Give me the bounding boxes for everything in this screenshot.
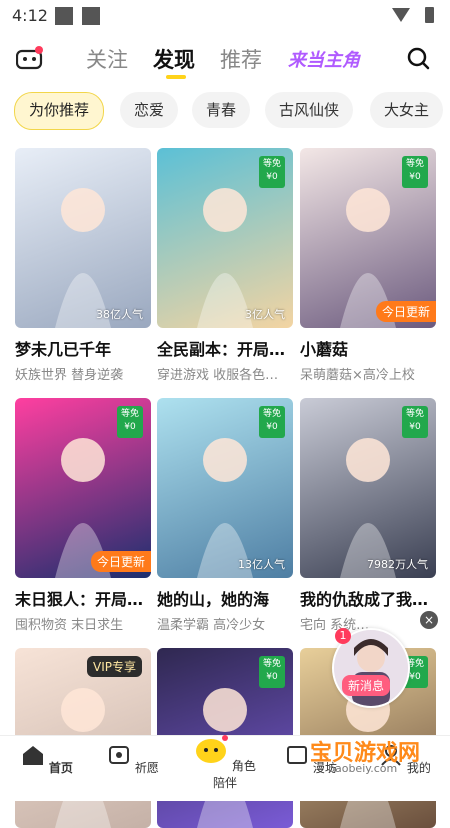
battery-icon xyxy=(425,7,434,23)
comic-cover[interactable]: 等免 ¥0 13亿人气 xyxy=(157,398,293,578)
chip-fantasy[interactable]: 古风仙侠 xyxy=(265,92,354,128)
companion-icon xyxy=(196,735,229,763)
chip-heroine[interactable]: 大女主 xyxy=(370,92,444,128)
nav-home-label: 首页 xyxy=(48,761,73,775)
popularity-count: 38亿人气 xyxy=(96,308,143,321)
comic-card[interactable]: 等免 ¥0 3亿人气全民副本：开局… 穿进游戏 收服各色… xyxy=(157,148,293,383)
vip-badge: VIP专享 xyxy=(87,656,142,677)
category-chips: 为你推荐 恋爱 青春 古风仙侠 大女主 xyxy=(0,92,450,132)
comic-title[interactable]: 梦未几已千年 xyxy=(15,336,151,360)
nav-home[interactable]: 首页 xyxy=(12,744,82,776)
comic-cover[interactable]: 等免 ¥0 3亿人气 xyxy=(157,148,293,328)
free-wait-badge: 等免 ¥0 xyxy=(402,156,428,188)
free-wait-badge: 等免 ¥0 xyxy=(117,406,143,438)
comic-tags: 穿进游戏 收服各色… xyxy=(157,368,279,383)
nav-wish-label: 祈愿 xyxy=(134,761,159,775)
active-tab-indicator xyxy=(166,75,186,79)
popularity-count: 13亿人气 xyxy=(238,558,285,571)
notification-icon xyxy=(82,7,100,25)
free-wait-badge: 等免 ¥0 xyxy=(402,406,428,438)
comic-card[interactable]: 等免 ¥0 今日更新小蘑菇呆萌蘑菇×高冷上校 xyxy=(300,148,436,383)
free-wait-badge: 等免 ¥0 xyxy=(259,656,285,688)
comic-title[interactable]: 小蘑菇 xyxy=(300,336,436,360)
wifi-icon xyxy=(392,8,410,22)
comic-tags: 囤积物资 末日求生 xyxy=(15,618,124,633)
chip-romance[interactable]: 恋爱 xyxy=(120,92,179,128)
comic-cover[interactable]: 38亿人气 xyxy=(15,148,151,328)
updated-today-badge: 今日更新 xyxy=(90,551,151,572)
comic-cover[interactable]: 等免 ¥0 今日更新 xyxy=(15,398,151,578)
popularity-count: 3亿人气 xyxy=(245,308,285,321)
free-wait-badge: 等免 ¥0 xyxy=(259,156,285,188)
comic-title[interactable]: 我的仇敌成了我… xyxy=(300,586,436,610)
game-controller-icon[interactable] xyxy=(16,46,44,70)
tab-follow[interactable]: 关注 xyxy=(86,44,128,74)
close-icon[interactable]: × xyxy=(420,611,438,629)
nav-companion[interactable]: 角色陪伴 xyxy=(190,735,260,791)
search-icon[interactable] xyxy=(406,46,430,70)
comic-cover[interactable]: 等免 ¥0 今日更新 xyxy=(300,148,436,328)
status-bar: 4:12 xyxy=(0,0,450,30)
comic-card[interactable]: 等免 ¥0 13亿人气她的山，她的海温柔学霸 高冷少女 xyxy=(157,398,293,633)
comic-title[interactable]: 她的山，她的海 xyxy=(157,586,293,610)
free-wait-badge: 等免 ¥0 xyxy=(259,406,285,438)
tab-recommend[interactable]: 推荐 xyxy=(220,44,262,74)
comic-cover[interactable]: 等免 ¥0 7982万人气 xyxy=(300,398,436,578)
comic-title[interactable]: 全民副本：开局… xyxy=(157,336,293,360)
new-message-label: 新消息 xyxy=(342,675,391,696)
notification-icon xyxy=(55,7,73,25)
comic-tags: 妖族世界 替身逆袭 xyxy=(15,368,124,383)
watermark-url: baobeiy.com xyxy=(328,762,398,775)
nav-wish[interactable]: 祈愿 xyxy=(98,744,168,776)
updated-today-badge: 今日更新 xyxy=(375,301,436,322)
popularity-count: 7982万人气 xyxy=(367,558,428,571)
status-time: 4:12 xyxy=(12,6,48,25)
cover-illustration xyxy=(55,188,111,328)
comic-tags: 温柔学霸 高冷少女 xyxy=(157,618,266,633)
chip-recommended[interactable]: 为你推荐 xyxy=(14,92,105,130)
home-icon xyxy=(23,746,44,765)
comic-card[interactable]: 等免 ¥0 今日更新末日狠人：开局… 囤积物资 末日求生 xyxy=(15,398,151,633)
comic-title[interactable]: 末日狠人：开局… xyxy=(15,586,151,610)
chip-youth[interactable]: 青春 xyxy=(192,92,251,128)
comic-tags: 呆萌蘑菇×高冷上校 xyxy=(300,368,415,383)
comic-card[interactable]: 38亿人气梦未几已千年妖族世界 替身逆袭 xyxy=(15,148,151,383)
wish-icon xyxy=(109,746,130,764)
message-count-badge: 1 xyxy=(335,628,351,644)
tab-discover[interactable]: 发现 xyxy=(153,44,195,74)
top-nav: 关注 发现 推荐 来当主角 xyxy=(0,36,450,86)
workshop-icon xyxy=(287,746,308,764)
promo-logo[interactable]: 来当主角 xyxy=(288,46,360,72)
comic-card[interactable]: 等免 ¥0 7982万人气 我的仇敌成了我… 宅向 系统… xyxy=(300,398,436,633)
